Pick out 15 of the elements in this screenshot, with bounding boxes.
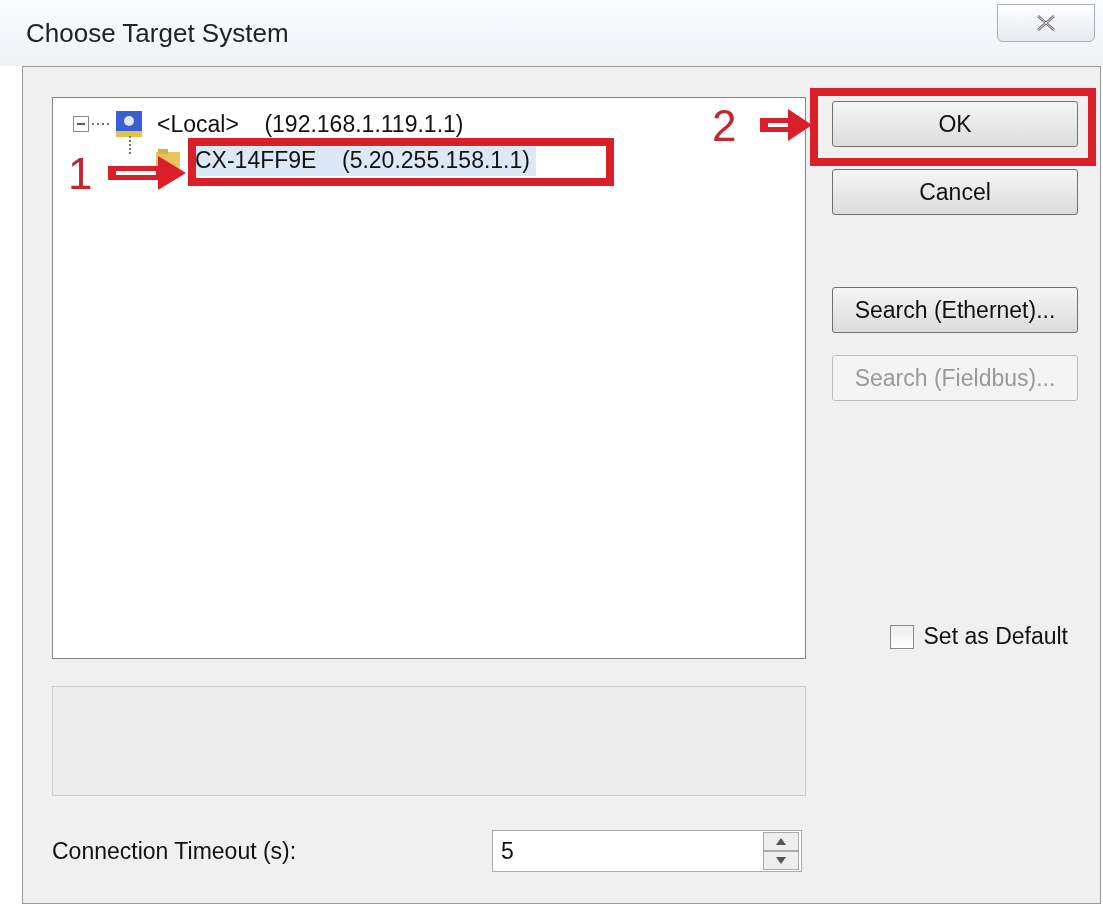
cancel-button[interactable]: Cancel — [832, 169, 1078, 215]
search-button[interactable]: Search (Ethernet)... — [832, 287, 1078, 333]
annotation-number: 2 — [712, 104, 737, 148]
checkbox[interactable] — [889, 624, 914, 649]
spinner-arrows[interactable] — [763, 832, 799, 870]
close-icon — [1035, 13, 1057, 33]
checkbox-label: Set as Default — [923, 623, 1068, 650]
window-title: Choose Target System — [26, 17, 289, 49]
tree-item[interactable]: <Local> (192.168.1.119.1.1) — [151, 108, 470, 140]
timeout-label: Connection Timeout (s): — [52, 837, 298, 865]
tree-line — [91, 122, 111, 126]
computer-icon — [115, 110, 143, 138]
ok-button[interactable]: OK — [832, 101, 1078, 147]
annotation-number: 1 — [68, 152, 93, 196]
timeout-field[interactable]: 5 — [492, 830, 802, 872]
